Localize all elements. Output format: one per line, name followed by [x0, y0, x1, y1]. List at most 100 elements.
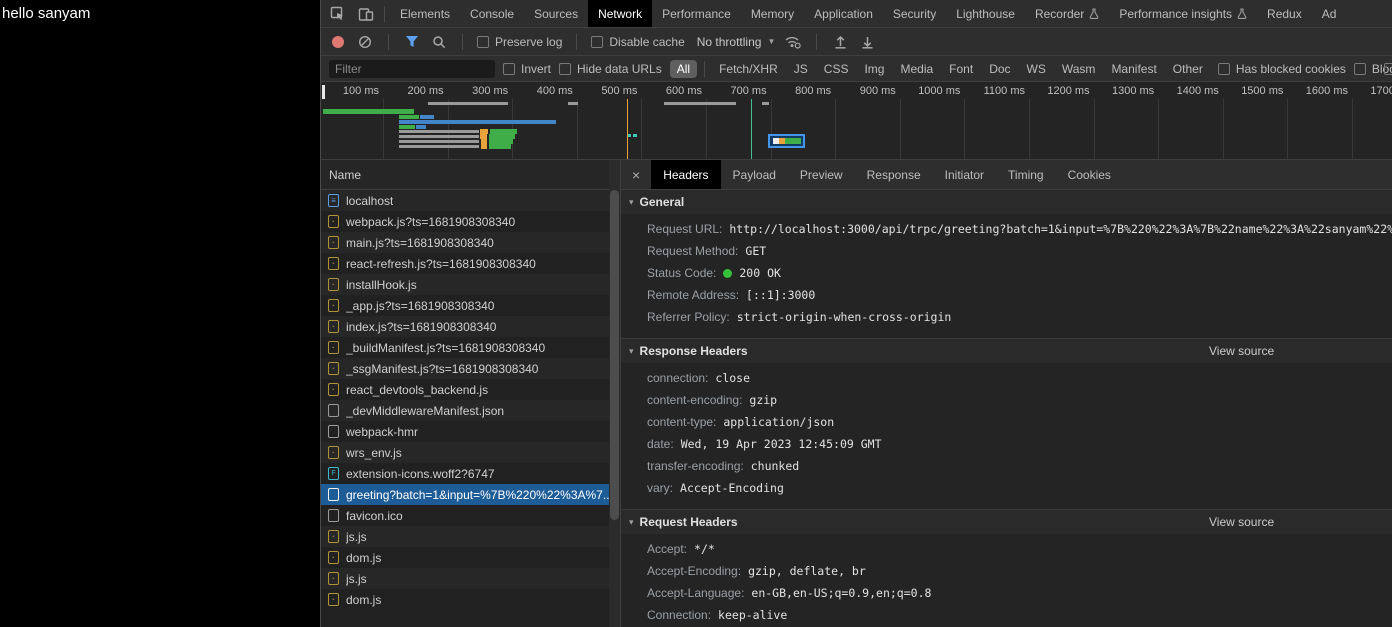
scrollbar-thumb[interactable] [610, 190, 619, 520]
devtools-tab-ad[interactable]: Ad [1312, 0, 1347, 27]
filter-chip-manifest[interactable]: Manifest [1104, 60, 1163, 78]
request-row[interactable]: ·installHook.js [321, 274, 609, 295]
request-row[interactable]: ·js.js [321, 568, 609, 589]
edge-checkbox[interactable] [1384, 63, 1392, 75]
request-row[interactable]: favicon.ico [321, 505, 609, 526]
grid-line [706, 99, 707, 159]
request-row[interactable]: ·_ssgManifest.js?ts=1681908308340 [321, 358, 609, 379]
close-icon[interactable]: × [621, 160, 651, 189]
filter-chip-media[interactable]: Media [893, 60, 940, 78]
details-tab-response[interactable]: Response [855, 160, 933, 189]
request-row[interactable]: ·react-refresh.js?ts=1681908308340 [321, 253, 609, 274]
filter-chip-font[interactable]: Font [942, 60, 980, 78]
filter-chip-doc[interactable]: Doc [982, 60, 1017, 78]
record-button[interactable] [329, 33, 347, 51]
request-row[interactable]: ·_app.js?ts=1681908308340 [321, 295, 609, 316]
has-blocked-cookies-checkbox[interactable] [1218, 63, 1230, 75]
request-row[interactable]: ·webpack.js?ts=1681908308340 [321, 211, 609, 232]
blocked-requests-checkbox[interactable] [1354, 63, 1366, 75]
invert-checkbox[interactable] [503, 63, 515, 75]
filter-chip-js[interactable]: JS [787, 60, 815, 78]
details-tab-payload[interactable]: Payload [721, 160, 788, 189]
devtools-tab-application[interactable]: Application [804, 0, 883, 27]
request-row[interactable]: webpack-hmr [321, 421, 609, 442]
devtools-toolbar-icons [321, 0, 379, 27]
request-row[interactable]: ·js.js [321, 526, 609, 547]
details-tab-headers[interactable]: Headers [651, 160, 720, 189]
network-conditions-icon[interactable] [784, 33, 802, 51]
view-source-button[interactable]: View source [1209, 515, 1274, 529]
request-row[interactable]: ·dom.js [321, 547, 609, 568]
overview-bar [399, 115, 419, 119]
hide-data-urls-label[interactable]: Hide data URLs [577, 62, 662, 76]
overview-bar [416, 125, 426, 129]
network-toolbar: Preserve log Disable cache No throttling… [321, 28, 1392, 56]
network-overview-timeline[interactable]: 100 ms200 ms300 ms400 ms500 ms600 ms700 … [321, 82, 1392, 160]
header-name: connection: [647, 367, 708, 389]
details-tab-cookies[interactable]: Cookies [1056, 160, 1123, 189]
header-name: Status Code: [647, 262, 716, 284]
filter-chip-all[interactable]: All [670, 60, 697, 78]
search-icon[interactable] [430, 33, 448, 51]
section-header[interactable]: ▾Response HeadersView source [621, 339, 1392, 363]
name-column-header[interactable]: Name [321, 160, 609, 190]
devtools-tab-lighthouse[interactable]: Lighthouse [946, 0, 1025, 27]
header-value: */* [694, 538, 715, 560]
throttling-select[interactable]: No throttling ▼ [697, 35, 776, 49]
devtools-tab-redux[interactable]: Redux [1257, 0, 1312, 27]
inspect-element-icon[interactable] [329, 5, 347, 23]
request-row[interactable]: greeting?batch=1&input=%7B%220%22%3A%7..… [321, 484, 609, 505]
devtools-tab-sources[interactable]: Sources [524, 0, 588, 27]
preserve-log-checkbox[interactable] [477, 36, 489, 48]
tick-label: 1200 ms [1032, 85, 1090, 97]
header-row: Status Code:200 OK [621, 262, 1392, 284]
header-value: en-GB,en-US;q=0.9,en;q=0.8 [751, 582, 931, 604]
preserve-log-label[interactable]: Preserve log [495, 35, 562, 49]
script-file-icon: · [328, 278, 339, 291]
request-row[interactable]: _devMiddlewareManifest.json [321, 400, 609, 421]
request-row[interactable]: ·_buildManifest.js?ts=1681908308340 [321, 337, 609, 358]
experiment-flask-icon [1237, 8, 1247, 19]
view-source-button[interactable]: View source [1209, 344, 1274, 358]
request-row[interactable]: ·dom.js [321, 589, 609, 610]
request-row[interactable]: Fextension-icons.woff2?6747 [321, 463, 609, 484]
devtools-tab-performance-insights[interactable]: Performance insights [1109, 0, 1257, 27]
tick-label: 1000 ms [902, 85, 960, 97]
devtools-tab-security[interactable]: Security [883, 0, 946, 27]
filter-chip-wasm[interactable]: Wasm [1055, 60, 1103, 78]
details-tab-preview[interactable]: Preview [788, 160, 855, 189]
devtools-tab-memory[interactable]: Memory [741, 0, 804, 27]
filter-chip-img[interactable]: Img [857, 60, 891, 78]
request-row[interactable]: ·react_devtools_backend.js [321, 379, 609, 400]
filter-toggle-icon[interactable] [403, 33, 421, 51]
request-row[interactable]: ≡localhost [321, 190, 609, 211]
filter-chip-ws[interactable]: WS [1020, 60, 1053, 78]
has-blocked-cookies-label[interactable]: Has blocked cookies [1236, 62, 1346, 76]
devtools-tab-network[interactable]: Network [588, 0, 652, 27]
clear-button[interactable] [356, 33, 374, 51]
invert-label[interactable]: Invert [521, 62, 551, 76]
section-header[interactable]: ▾Request HeadersView source [621, 510, 1392, 534]
devtools-tab-performance[interactable]: Performance [652, 0, 741, 27]
filter-input[interactable] [329, 60, 495, 78]
device-toolbar-icon[interactable] [357, 5, 375, 23]
disable-cache-label[interactable]: Disable cache [609, 35, 684, 49]
request-row[interactable]: ·index.js?ts=1681908308340 [321, 316, 609, 337]
devtools-tab-console[interactable]: Console [460, 0, 524, 27]
filter-chip-css[interactable]: CSS [817, 60, 856, 78]
request-row[interactable]: ·wrs_env.js [321, 442, 609, 463]
devtools-tab-elements[interactable]: Elements [390, 0, 460, 27]
import-har-icon[interactable] [831, 33, 849, 51]
hide-data-urls-checkbox[interactable] [559, 63, 571, 75]
section-header[interactable]: ▾General [621, 190, 1392, 214]
filter-chip-other[interactable]: Other [1166, 60, 1210, 78]
request-list-scrollbar[interactable] [609, 160, 620, 627]
export-har-icon[interactable] [858, 33, 876, 51]
filter-chip-fetch-xhr[interactable]: Fetch/XHR [712, 60, 785, 78]
details-tab-initiator[interactable]: Initiator [933, 160, 996, 189]
header-name: Accept: [647, 538, 687, 560]
request-row[interactable]: ·main.js?ts=1681908308340 [321, 232, 609, 253]
disable-cache-checkbox[interactable] [591, 36, 603, 48]
details-tab-timing[interactable]: Timing [996, 160, 1056, 189]
devtools-tab-recorder[interactable]: Recorder [1025, 0, 1109, 27]
